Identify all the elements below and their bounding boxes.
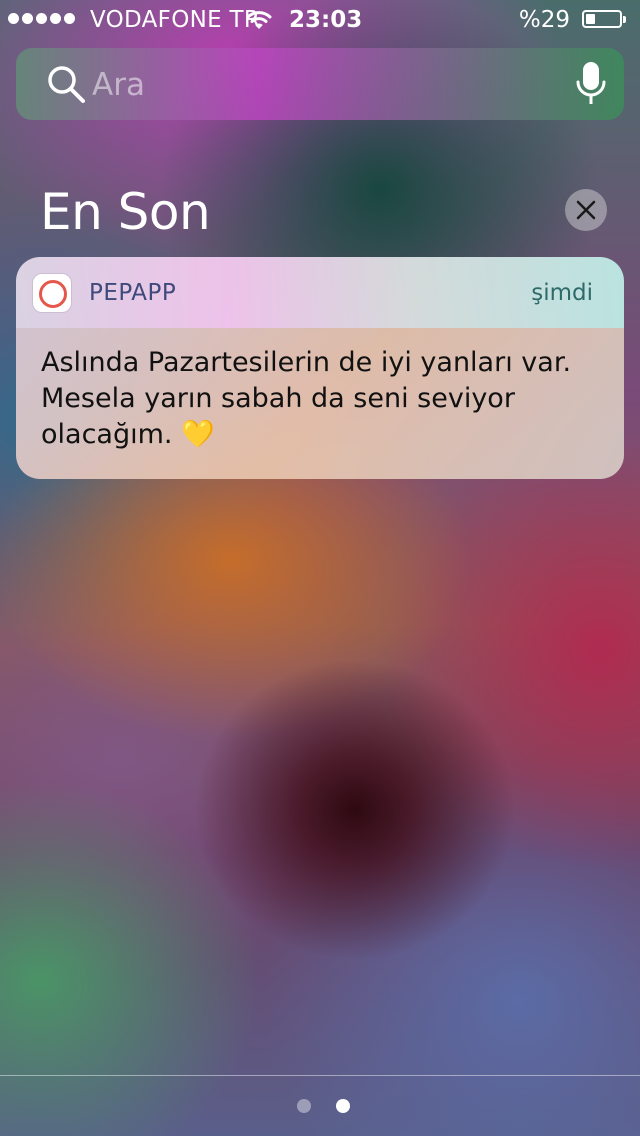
- microphone-icon[interactable]: [576, 60, 606, 108]
- battery-icon: [582, 10, 626, 28]
- notification-header: PEPAPP şimdi: [16, 257, 624, 328]
- carrier-name: VODAFONE TR: [90, 7, 261, 33]
- page-dot-1[interactable]: [297, 1099, 311, 1113]
- notification-app-name: PEPAPP: [89, 280, 177, 306]
- status-bar: VODAFONE TR 23:03 %29: [0, 0, 640, 40]
- notification-card[interactable]: PEPAPP şimdi Aslında Pazartesilerin de i…: [16, 257, 624, 479]
- wallpaper: [0, 0, 640, 1136]
- section-title: En Son: [40, 183, 211, 241]
- page-indicator[interactable]: [297, 1099, 350, 1113]
- wifi-icon: [246, 11, 272, 29]
- close-icon: [576, 200, 596, 220]
- search-icon: [48, 66, 85, 103]
- search-input[interactable]: [90, 56, 564, 114]
- battery-percentage: %29: [518, 7, 570, 33]
- page-dot-2[interactable]: [336, 1099, 350, 1113]
- pepapp-app-icon: [33, 274, 71, 312]
- signal-strength-icon: [8, 13, 75, 24]
- dock-divider: [0, 1075, 640, 1076]
- notification-message: Aslında Pazartesilerin de iyi yanları va…: [41, 347, 572, 450]
- notification-time: şimdi: [531, 280, 593, 306]
- status-time: 23:03: [289, 7, 363, 33]
- clear-notifications-button[interactable]: [565, 189, 607, 231]
- search-bar[interactable]: [16, 48, 624, 120]
